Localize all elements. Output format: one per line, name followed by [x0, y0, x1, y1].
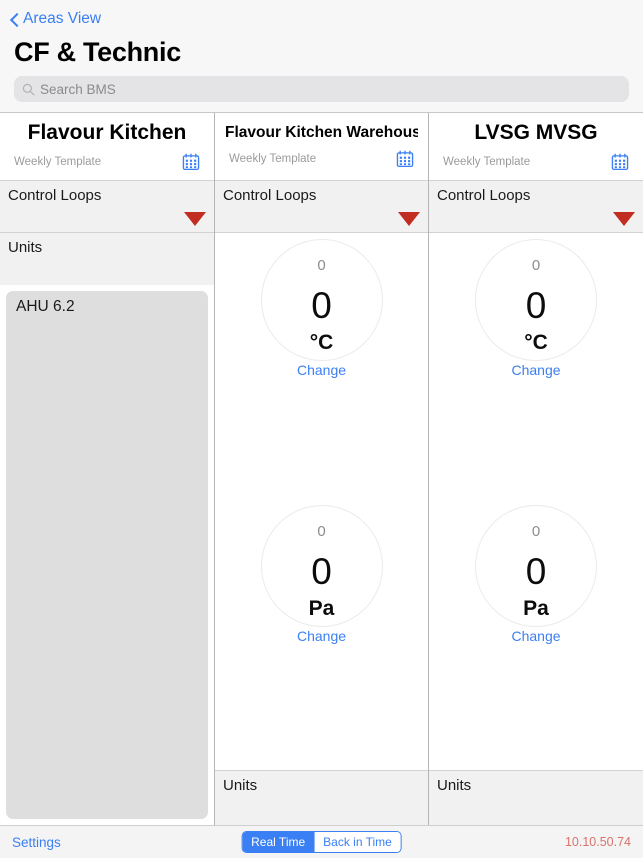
app-root: Areas View CF & Technic Search BMS Flavo…: [0, 0, 643, 858]
section-label: Units: [8, 239, 43, 256]
back-button-label: Areas View: [23, 10, 102, 28]
ip-address-label: 10.10.50.74: [564, 835, 631, 849]
gauge-setpoint: 0: [317, 523, 326, 540]
back-row: Areas View: [0, 0, 643, 33]
gauge-setpoint: 0: [317, 257, 326, 274]
gauge-value: 0: [525, 551, 547, 592]
gauge-change-link[interactable]: Change: [476, 628, 596, 644]
column-title: Flavour Kitchen: [27, 121, 187, 144]
gauge-temperature[interactable]: 0 0 °C Change: [475, 239, 597, 378]
navigation-bar: Areas View CF & Technic Search BMS: [0, 0, 643, 112]
gauge-change-link[interactable]: Change: [262, 362, 382, 378]
gauge-unit: Pa: [523, 597, 549, 620]
settings-button[interactable]: Settings: [12, 835, 61, 850]
search-wrapper: Search BMS: [0, 76, 643, 112]
calendar-icon[interactable]: [182, 153, 200, 171]
section-label: Units: [223, 777, 258, 794]
section-label: Control Loops: [8, 187, 102, 204]
triangle-down-icon[interactable]: [184, 212, 206, 226]
gauge-temperature[interactable]: 0 0 °C Change: [260, 239, 383, 378]
column-flavour-kitchen: Flavour Kitchen Weekly Template Control …: [0, 113, 215, 825]
calendar-icon[interactable]: [396, 150, 414, 168]
section-header-control-loops[interactable]: Control Loops: [215, 181, 428, 233]
section-label: Control Loops: [437, 187, 531, 204]
gauge-pressure[interactable]: 0 0 Pa Change: [475, 505, 597, 644]
unit-tile-ahu[interactable]: AHU 6.2: [6, 291, 208, 819]
column-header: Flavour Kitchen Warehouse Weekly Templat…: [215, 113, 428, 181]
search-input[interactable]: Search BMS: [14, 76, 629, 102]
section-header-units[interactable]: Units: [429, 770, 643, 825]
column-title: LVSG MVSG: [474, 121, 598, 144]
gauge-value: 0: [525, 285, 547, 326]
time-mode-segmented-control[interactable]: Real Time Back in Time: [241, 831, 402, 853]
columns-container: Flavour Kitchen Weekly Template Control …: [0, 112, 643, 825]
triangle-down-icon[interactable]: [613, 212, 635, 226]
triangle-down-icon[interactable]: [398, 212, 420, 226]
column-body: AHU 6.2: [0, 285, 214, 825]
gauge-pressure[interactable]: 0 0 Pa Change: [260, 505, 383, 644]
column-title: Flavour Kitchen Warehouse: [225, 124, 418, 141]
column-subtitle-row: Weekly Template: [225, 150, 418, 168]
gauge-value: 0: [311, 285, 332, 326]
gauge-stack: 0 0 °C Change 0 0 Pa Change: [215, 233, 428, 770]
column-header: Flavour Kitchen Weekly Template: [0, 113, 214, 181]
column-subtitle-row: Weekly Template: [10, 153, 204, 171]
gauge-change-link[interactable]: Change: [476, 362, 596, 378]
calendar-icon[interactable]: [611, 153, 629, 171]
page-title: CF & Technic: [14, 37, 181, 67]
back-button[interactable]: Areas View: [8, 11, 101, 27]
column-lvsg-mvsg: LVSG MVSG Weekly Template Control Loops …: [429, 113, 643, 825]
unit-tile-label: AHU 6.2: [16, 298, 75, 315]
column-subtitle: Weekly Template: [443, 156, 531, 169]
segment-back-in-time[interactable]: Back in Time: [314, 832, 401, 852]
section-header-control-loops[interactable]: Control Loops: [0, 181, 214, 233]
chevron-left-icon: [8, 14, 19, 25]
column-header: LVSG MVSG Weekly Template: [429, 113, 643, 181]
search-icon: [22, 83, 35, 95]
section-label: Units: [437, 777, 472, 794]
gauge-unit: °C: [309, 331, 334, 354]
section-header-units[interactable]: Units: [0, 233, 214, 285]
gauge-setpoint: 0: [531, 257, 541, 274]
column-subtitle-row: Weekly Template: [439, 153, 633, 171]
gauge-unit: °C: [524, 331, 548, 354]
search-placeholder: Search BMS: [40, 81, 116, 97]
gauge-stack: 0 0 °C Change 0 0 Pa Change: [429, 233, 643, 770]
gauge-change-link[interactable]: Change: [262, 628, 382, 644]
gauge-unit: Pa: [308, 597, 335, 620]
gauge-value: 0: [311, 551, 332, 592]
section-label: Control Loops: [223, 187, 317, 204]
column-body: 0 0 °C Change 0 0 Pa Change: [215, 233, 428, 770]
segment-real-time[interactable]: Real Time: [242, 832, 315, 852]
column-body: 0 0 °C Change 0 0 Pa Change: [429, 233, 643, 770]
section-header-control-loops[interactable]: Control Loops: [429, 181, 643, 233]
column-subtitle: Weekly Template: [229, 153, 317, 166]
column-flavour-kitchen-warehouse: Flavour Kitchen Warehouse Weekly Templat…: [215, 113, 429, 825]
column-subtitle: Weekly Template: [14, 156, 102, 169]
gauge-setpoint: 0: [531, 523, 541, 540]
section-header-units[interactable]: Units: [215, 770, 428, 825]
bottom-toolbar: Settings Real Time Back in Time 10.10.50…: [0, 825, 643, 858]
